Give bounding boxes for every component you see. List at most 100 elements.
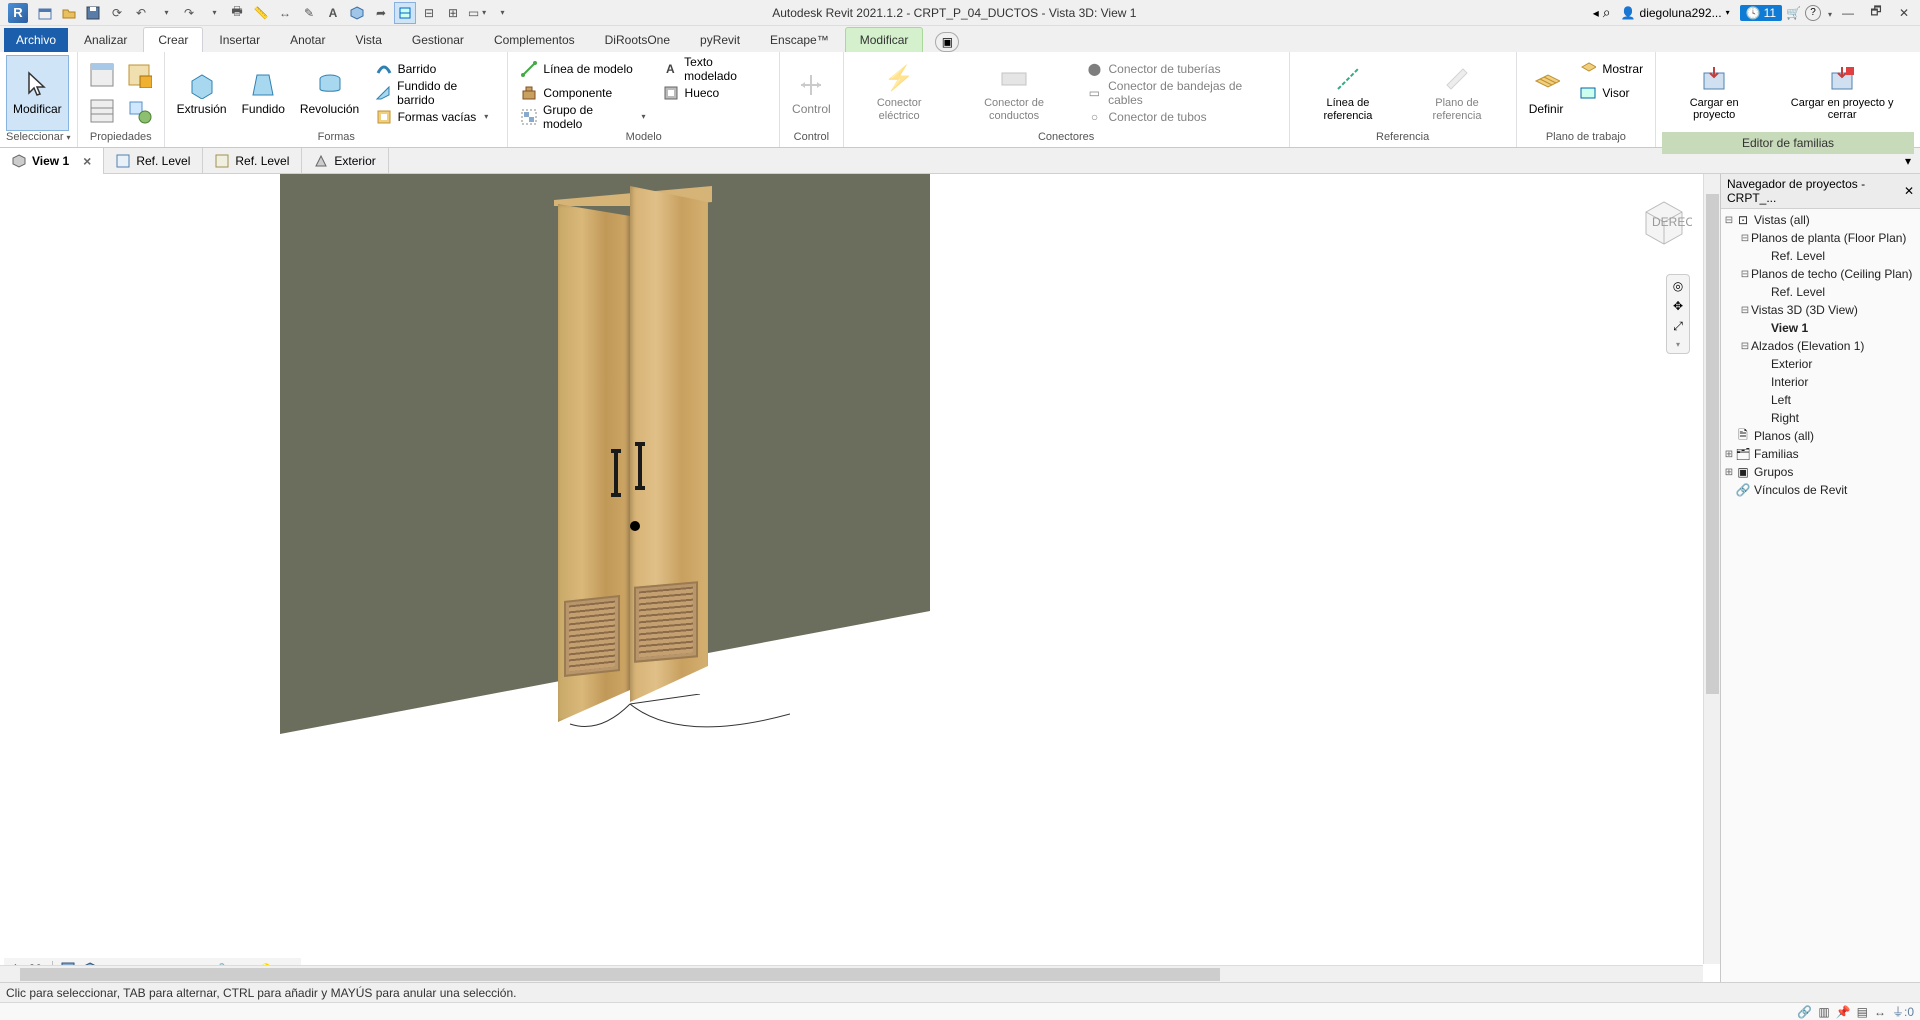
zoom-icon[interactable]: ⤢ <box>1673 319 1683 334</box>
drag-elements-icon[interactable]: ↔ <box>1874 1005 1886 1019</box>
properties-button[interactable] <box>84 57 121 93</box>
project-tree[interactable]: ⊟⊡Vistas (all) ⊟Planos de planta (Floor … <box>1721 209 1920 982</box>
tab-crear[interactable]: Crear <box>143 27 203 52</box>
browser-header[interactable]: Navegador de proyectos - CRPT_... ✕ <box>1721 174 1920 209</box>
redo-icon[interactable]: ↷ <box>178 2 200 24</box>
model-line-button[interactable]: Línea de modelo <box>514 57 651 81</box>
viewer-workplane-button[interactable]: Visor <box>1573 81 1649 105</box>
load-project-button[interactable]: Cargar en proyecto <box>1662 54 1766 130</box>
void-label: Formas vacías <box>398 110 477 124</box>
tree-links[interactable]: 🔗Vínculos de Revit <box>1721 481 1920 499</box>
ref-line-button[interactable]: Línea de referencia <box>1296 55 1401 131</box>
tab-anotar[interactable]: Anotar <box>276 28 339 52</box>
tree-sheets[interactable]: 🗎Planos (all) <box>1721 427 1920 445</box>
modify-button[interactable]: Modificar <box>6 55 69 131</box>
tree-int[interactable]: Interior <box>1721 373 1920 391</box>
navigation-bar[interactable]: ◎ ✥ ⤢ ▾ <box>1666 274 1690 354</box>
tree-families[interactable]: ⊞🗂Familias <box>1721 445 1920 463</box>
undo-dropdown[interactable] <box>154 2 176 24</box>
undo-icon[interactable]: ↶ <box>130 2 152 24</box>
view-cube[interactable]: DERECHA trailing POSTERIOR <box>1636 194 1692 250</box>
tree-ext[interactable]: Exterior <box>1721 355 1920 373</box>
scrollbar-vertical[interactable] <box>1703 174 1720 964</box>
tree-views[interactable]: ⊟⊡Vistas (all) <box>1721 211 1920 229</box>
model-group-button[interactable]: Grupo de modelo <box>514 105 651 129</box>
restore-button[interactable]: 🗗 <box>1864 2 1888 24</box>
tree-3d-views[interactable]: ⊟Vistas 3D (3D View) <box>1721 301 1920 319</box>
viewtab-close-icon[interactable]: × <box>83 153 91 169</box>
dimension-icon[interactable]: ↔ <box>274 2 296 24</box>
cart-icon[interactable]: 🛒 <box>1786 6 1801 20</box>
revolve-button[interactable]: Revolución <box>294 55 364 131</box>
tab-modificar[interactable]: Modificar <box>845 27 924 52</box>
tree-ceiling-plans[interactable]: ⊟Planos de techo (Ceiling Plan) <box>1721 265 1920 283</box>
help-icon[interactable]: ? <box>1805 5 1821 21</box>
tab-file[interactable]: Archivo <box>4 28 68 52</box>
model-text-button[interactable]: ATexto modelado <box>656 57 773 81</box>
component-button[interactable]: Componente <box>514 81 651 105</box>
open-icon[interactable] <box>58 2 80 24</box>
show-workplane-button[interactable]: Mostrar <box>1573 57 1649 81</box>
user-account[interactable]: 👤 diegoluna292... ▾ <box>1615 6 1736 20</box>
type-properties-button[interactable] <box>84 93 121 129</box>
tab-analizar[interactable]: Analizar <box>70 28 141 52</box>
tree-groups[interactable]: ⊞▣Grupos <box>1721 463 1920 481</box>
tree-right[interactable]: Right <box>1721 409 1920 427</box>
viewtab-view1[interactable]: View 1 × <box>0 148 104 174</box>
tree-left[interactable]: Left <box>1721 391 1920 409</box>
tree-ceil-ref[interactable]: Ref. Level <box>1721 283 1920 301</box>
close-button[interactable]: ✕ <box>1892 2 1916 24</box>
redo-dropdown[interactable] <box>202 2 224 24</box>
tab-insertar[interactable]: Insertar <box>205 28 274 52</box>
panel-seleccionar-title[interactable]: Seleccionar <box>6 131 71 145</box>
tab-vista[interactable]: Vista <box>341 28 395 52</box>
nav-left-icon[interactable]: ◂ <box>1593 6 1599 20</box>
select-face-icon[interactable]: ▤ <box>1857 1005 1868 1019</box>
search-icon[interactable]: ⌕ <box>1603 4 1611 21</box>
family-types-button[interactable] <box>121 57 158 93</box>
family-category-button[interactable] <box>121 93 158 129</box>
views-icon: ⊡ <box>1735 213 1751 227</box>
set-workplane-button[interactable]: Definir <box>1523 55 1570 131</box>
help-dropdown[interactable] <box>1825 6 1832 20</box>
tree-floor-plans[interactable]: ⊟Planos de planta (Floor Plan) <box>1721 229 1920 247</box>
home-icon[interactable] <box>34 2 56 24</box>
void-forms-button[interactable]: Formas vacías <box>369 105 502 129</box>
measure-icon[interactable]: 📏 <box>250 2 272 24</box>
extrusion-button[interactable]: Extrusión <box>171 55 232 131</box>
notifications-badge[interactable]: 🕓 11 <box>1740 5 1782 21</box>
viewtab-ref-level-2[interactable]: Ref. Level <box>203 148 302 174</box>
sync-icon[interactable]: ⟳ <box>106 2 128 24</box>
tab-gestionar[interactable]: Gestionar <box>398 28 478 52</box>
select-links-icon[interactable]: 🔗 <box>1797 1005 1812 1019</box>
tab-complementos[interactable]: Complementos <box>480 28 589 52</box>
tree-floor-ref[interactable]: Ref. Level <box>1721 247 1920 265</box>
sweep-button[interactable]: Barrido <box>369 57 502 81</box>
full-nav-wheel-icon[interactable]: ◎ <box>1673 279 1683 293</box>
swept-blend-button[interactable]: Fundido de barrido <box>369 81 502 105</box>
tab-dirootsone[interactable]: DiRootsOne <box>591 28 684 52</box>
opening-button[interactable]: Hueco <box>656 81 773 105</box>
tree-elevations[interactable]: ⊟Alzados (Elevation 1) <box>1721 337 1920 355</box>
blend-button[interactable]: Fundido <box>236 55 290 131</box>
tab-pyrevit[interactable]: pyRevit <box>686 28 754 52</box>
minimize-button[interactable]: — <box>1836 2 1860 24</box>
app-logo[interactable]: R <box>8 3 28 23</box>
viewtabs-dropdown[interactable]: ▾ <box>1896 154 1920 168</box>
print-icon[interactable]: 🖶 <box>226 2 248 24</box>
select-underlay-icon[interactable]: ▥ <box>1818 1005 1829 1019</box>
viewtab-exterior[interactable]: Exterior <box>302 148 388 174</box>
panel-seleccionar: Modificar Seleccionar <box>0 52 78 147</box>
browser-close-icon[interactable]: ✕ <box>1904 184 1914 198</box>
viewtab-ref-level-1[interactable]: Ref. Level <box>104 148 203 174</box>
select-pinned-icon[interactable]: 📌 <box>1836 1005 1851 1019</box>
load-close-button[interactable]: Cargar en proyecto y cerrar <box>1770 54 1914 130</box>
scrollbar-horizontal[interactable] <box>0 965 1703 982</box>
filter-icon[interactable]: ⏚:0 <box>1892 1003 1914 1020</box>
tree-view1[interactable]: View 1 <box>1721 319 1920 337</box>
save-icon[interactable] <box>82 2 104 24</box>
ribbon-options[interactable]: ▣ <box>935 32 959 52</box>
pan-icon[interactable]: ✥ <box>1673 299 1683 313</box>
viewport-3d[interactable]: DERECHA trailing POSTERIOR ◎ ✥ ⤢ ▾ 1 : 2… <box>0 174 1720 982</box>
tab-enscape[interactable]: Enscape™ <box>756 28 843 52</box>
